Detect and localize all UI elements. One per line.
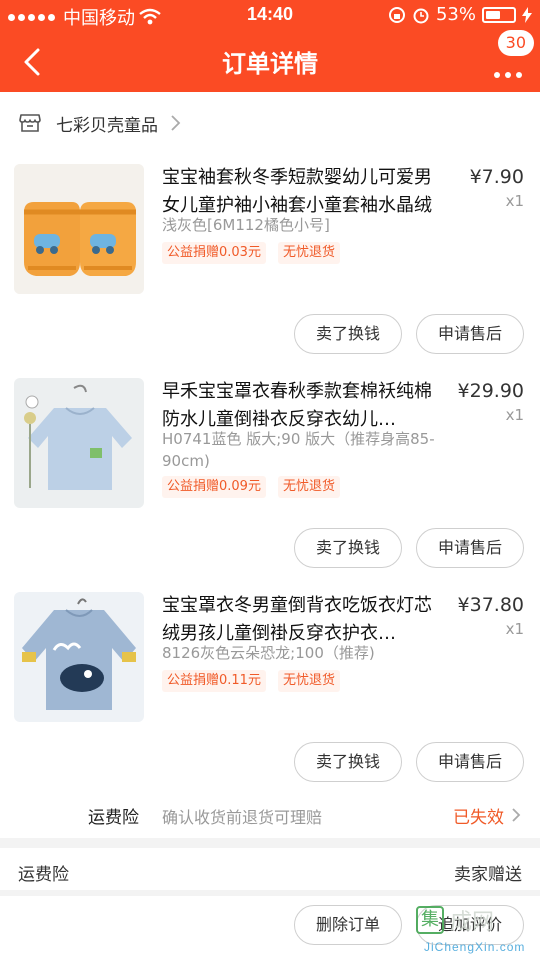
store-icon xyxy=(19,114,41,132)
lock-rotation-icon xyxy=(388,6,405,23)
shipping-value: 卖家赠送 xyxy=(454,865,522,885)
product-quantity: x1 xyxy=(505,406,524,424)
product-quantity: x1 xyxy=(505,620,524,638)
delete-order-button[interactable]: 删除订单 xyxy=(294,905,402,945)
watermark-url: JiChengXin.com xyxy=(424,940,526,954)
battery-percent: 53% xyxy=(435,4,476,25)
watermark-logo: 集 xyxy=(416,906,444,934)
page-title: 订单详情 xyxy=(222,50,318,78)
product-spec: 8126灰色云朵恐龙;100（推荐) xyxy=(162,644,375,662)
alarm-icon xyxy=(413,8,429,23)
dinosaur-bib-image xyxy=(14,592,144,722)
resell-button[interactable]: 卖了换钱 xyxy=(294,528,402,568)
product-price: ¥29.90 xyxy=(457,380,524,402)
chevron-right-icon xyxy=(171,115,181,131)
insurance-label: 运费险 xyxy=(88,808,139,828)
watermark-text: 成网 xyxy=(450,910,495,935)
order-item: 宝宝罩衣冬男童倒背衣吃饭衣灯芯绒男孩儿童倒褂反穿衣护衣… ¥37.80 x1 8… xyxy=(0,592,540,792)
product-price: ¥37.80 xyxy=(457,594,524,616)
message-count-badge: 30 xyxy=(497,30,534,56)
product-spec: 浅灰色[6M112橘色小号] xyxy=(162,216,330,234)
charity-tag: 公益捐赠0.03元 xyxy=(162,242,266,264)
store-name: 七彩贝壳童品 xyxy=(56,115,158,136)
product-image[interactable] xyxy=(14,378,144,508)
insurance-status: 已失效 xyxy=(453,808,504,828)
watermark: 集 成网 JiChengXin.com xyxy=(416,900,534,956)
battery-icon xyxy=(482,6,516,23)
charity-tag: 公益捐赠0.09元 xyxy=(162,476,266,498)
sleeve-cover-image xyxy=(14,164,144,294)
after-sales-button[interactable]: 申请售后 xyxy=(416,528,524,568)
product-image[interactable] xyxy=(14,592,144,722)
product-quantity: x1 xyxy=(505,192,524,210)
after-sales-button[interactable]: 申请售后 xyxy=(416,742,524,782)
product-title[interactable]: 宝宝袖套秋冬季短款婴幼儿可爱男女儿童护袖小袖套小童套袖水晶绒 xyxy=(162,164,438,220)
product-image[interactable] xyxy=(14,164,144,294)
insurance-description: 确认收货前退货可理赔 xyxy=(162,808,323,827)
store-row[interactable]: 七彩贝壳童品 xyxy=(0,92,540,154)
charity-tag: 公益捐赠0.11元 xyxy=(162,670,266,692)
product-title[interactable]: 早禾宝宝罩衣春秋季款套棉袄纯棉防水儿童倒褂衣反穿衣幼儿… xyxy=(162,378,438,434)
section-divider xyxy=(0,890,540,896)
easy-return-tag: 无忧退货 xyxy=(277,476,340,498)
product-price: ¥7.90 xyxy=(469,166,524,188)
nav-bar: 订单详情 xyxy=(0,32,540,92)
easy-return-tag: 无忧退货 xyxy=(277,670,340,692)
resell-button[interactable]: 卖了换钱 xyxy=(294,314,402,354)
more-dots-icon xyxy=(494,72,522,78)
status-bar: 中国移动 14:40 53% xyxy=(0,0,540,32)
charging-icon xyxy=(522,6,532,23)
resell-button[interactable]: 卖了换钱 xyxy=(294,742,402,782)
bib-shirt-image xyxy=(14,378,144,508)
shipping-fee-row: 运费险 卖家赠送 xyxy=(0,848,540,894)
order-item: 早禾宝宝罩衣春秋季款套棉袄纯棉防水儿童倒褂衣反穿衣幼儿… ¥29.90 x1 H… xyxy=(0,378,540,578)
product-spec: H0741蓝色 版大;90 版大（推荐身高85-90cm) xyxy=(162,430,435,470)
shipping-insurance-row[interactable]: 运费险 确认收货前退货可理赔 已失效 xyxy=(0,795,540,837)
chevron-right-icon xyxy=(512,808,521,822)
section-divider xyxy=(0,838,540,848)
shipping-label: 运费险 xyxy=(18,865,69,885)
after-sales-button[interactable]: 申请售后 xyxy=(416,314,524,354)
easy-return-tag: 无忧退货 xyxy=(277,242,340,264)
order-item: 宝宝袖套秋冬季短款婴幼儿可爱男女儿童护袖小袖套小童套袖水晶绒 ¥7.90 x1 … xyxy=(0,164,540,364)
product-title[interactable]: 宝宝罩衣冬男童倒背衣吃饭衣灯芯绒男孩儿童倒褂反穿衣护衣… xyxy=(162,592,438,648)
header: 中国移动 14:40 53% 订单详情 30 xyxy=(0,0,540,92)
